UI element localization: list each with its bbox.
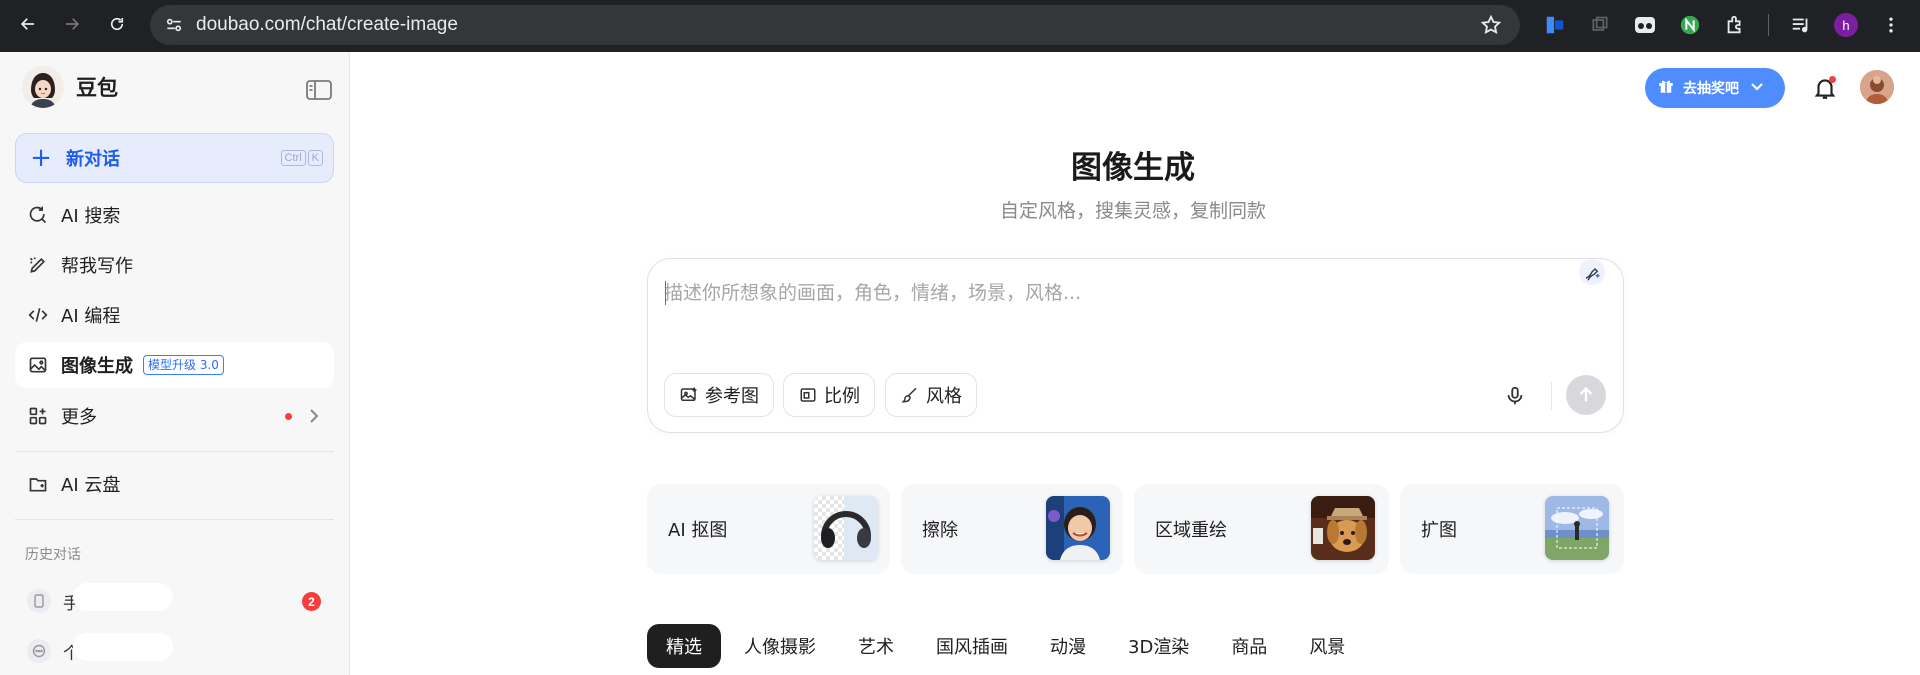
redaction-mask: [73, 632, 173, 661]
forward-icon[interactable]: [58, 10, 86, 38]
tab-landscape[interactable]: 风景: [1290, 624, 1364, 668]
chevron-down-icon: [1749, 78, 1765, 98]
pen-write-icon: [27, 254, 49, 276]
doubao-avatar-icon: [22, 66, 64, 108]
brand-name: 豆包: [76, 76, 118, 100]
landscape-thumbnail: [1545, 496, 1609, 560]
tool-card-expand[interactable]: 扩图: [1400, 484, 1624, 574]
chip-label: 比例: [824, 386, 860, 407]
tab-chinese-illustration[interactable]: 国风插画: [917, 624, 1027, 668]
sidebar-item-writing[interactable]: 帮我写作: [15, 242, 334, 288]
sidebar-item-coding[interactable]: AI 编程: [15, 292, 334, 338]
code-icon: [27, 304, 49, 326]
history-item[interactable]: 手 2: [15, 580, 334, 622]
extensions-puzzle-icon[interactable]: [1720, 10, 1750, 40]
text-caret: [665, 281, 666, 305]
sidebar-divider: [15, 519, 334, 520]
sidebar-collapse-icon[interactable]: [306, 80, 332, 100]
style-chip[interactable]: 风格: [885, 373, 977, 417]
sidebar-item-label: AI 编程: [61, 306, 121, 327]
prompt-box: 参考图 比例 风格: [647, 258, 1624, 433]
sidebar-item-image-generation[interactable]: 图像生成 模型升级 3.0: [15, 342, 334, 388]
history-item-title: 个: [63, 632, 173, 664]
page-subtitle: 自定风格，搜集灵感，复制同款: [999, 200, 1266, 222]
reference-image-icon: [679, 385, 699, 405]
send-button[interactable]: [1566, 375, 1606, 415]
browser-menu-icon[interactable]: [1876, 10, 1906, 40]
girl-thumbnail: [1046, 496, 1110, 560]
tab-portrait[interactable]: 人像摄影: [725, 624, 835, 668]
tab-anime[interactable]: 动漫: [1031, 624, 1105, 668]
sidebar-item-ai-cloud[interactable]: AI 云盘: [15, 461, 334, 507]
extension-glasses-icon[interactable]: [1630, 10, 1660, 40]
tab-product[interactable]: 商品: [1212, 624, 1286, 668]
sidebar-item-label: 图像生成: [61, 356, 133, 377]
input-divider: [1551, 382, 1552, 410]
sidebar-item-label: 更多: [61, 407, 97, 428]
page-title: 图像生成: [1071, 150, 1195, 186]
tool-card-label: 区域重绘: [1155, 520, 1227, 541]
chat-bubble-icon: [27, 639, 51, 663]
tool-card-erase[interactable]: 擦除: [901, 484, 1123, 574]
redaction-mask: [73, 582, 173, 611]
aspect-ratio-icon: [798, 385, 818, 405]
phone-icon: [27, 589, 51, 613]
url-text: doubao.com/chat/create-image: [196, 14, 458, 35]
back-icon[interactable]: [14, 10, 42, 38]
notification-dot: [1829, 76, 1836, 83]
image-icon: [27, 354, 49, 376]
notification-dot: [285, 413, 292, 420]
tab-3d-render[interactable]: 3D渲染: [1109, 624, 1208, 668]
tool-card-label: AI 抠图: [668, 520, 728, 541]
history-section-title: 历史对话: [25, 547, 81, 563]
chip-label: 参考图: [705, 386, 759, 407]
history-item[interactable]: 个: [15, 630, 334, 672]
address-bar[interactable]: doubao.com/chat/create-image: [150, 5, 1520, 45]
tool-card-label: 擦除: [922, 520, 958, 541]
browser-toolbar: doubao.com/chat/create-image h: [0, 0, 1920, 52]
category-tabs: 精选 人像摄影 艺术 国风插画 动漫 3D渲染 商品 风景: [647, 624, 1368, 668]
history-item-title: 手: [63, 582, 173, 614]
brush-icon: [900, 385, 920, 405]
profile-initial: h: [1834, 13, 1858, 37]
headphones-thumbnail: [814, 496, 878, 560]
bookmark-star-icon[interactable]: [1480, 14, 1502, 40]
extension-n-icon[interactable]: [1675, 10, 1705, 40]
tool-card-ai-cutout[interactable]: AI 抠图: [647, 484, 890, 574]
folder-cloud-icon: [27, 473, 49, 495]
extension-gray-icon[interactable]: [1585, 10, 1615, 40]
profile-avatar[interactable]: h: [1831, 10, 1861, 40]
arrow-up-icon: [1579, 386, 1593, 402]
aspect-ratio-chip[interactable]: 比例: [783, 373, 875, 417]
chevron-right-icon: [307, 406, 321, 430]
sidebar-item-label: AI 云盘: [61, 475, 121, 496]
grid-icon: [27, 405, 49, 427]
brand[interactable]: 豆包: [22, 66, 118, 108]
lottery-button[interactable]: 去抽奖吧: [1645, 68, 1785, 108]
toolbar-divider: [1768, 14, 1769, 36]
tab-featured[interactable]: 精选: [647, 624, 721, 668]
media-playlist-icon[interactable]: [1786, 10, 1816, 40]
sidebar-item-more[interactable]: 更多: [15, 393, 334, 439]
signature-pen-icon[interactable]: [1579, 259, 1605, 285]
dog-thumbnail: [1311, 496, 1375, 560]
unread-count-badge: 2: [302, 592, 321, 611]
notification-bell-icon[interactable]: [1812, 75, 1838, 101]
lottery-label: 去抽奖吧: [1683, 81, 1739, 97]
tool-card-label: 扩图: [1421, 520, 1457, 541]
reload-icon[interactable]: [103, 10, 131, 38]
user-avatar[interactable]: [1860, 70, 1894, 104]
extension-blue-icon[interactable]: [1540, 10, 1570, 40]
prompt-input[interactable]: [664, 277, 1564, 309]
sidebar-divider: [15, 451, 334, 452]
chip-label: 风格: [926, 386, 962, 407]
site-settings-icon[interactable]: [162, 13, 186, 37]
model-upgrade-badge: 模型升级 3.0: [143, 355, 224, 375]
sidebar-item-label: 帮我写作: [61, 256, 133, 277]
tab-art[interactable]: 艺术: [839, 624, 913, 668]
tool-card-region-repaint[interactable]: 区域重绘: [1134, 484, 1389, 574]
reference-image-chip[interactable]: 参考图: [664, 373, 774, 417]
microphone-icon[interactable]: [1504, 385, 1526, 407]
gift-icon: [1657, 77, 1675, 99]
